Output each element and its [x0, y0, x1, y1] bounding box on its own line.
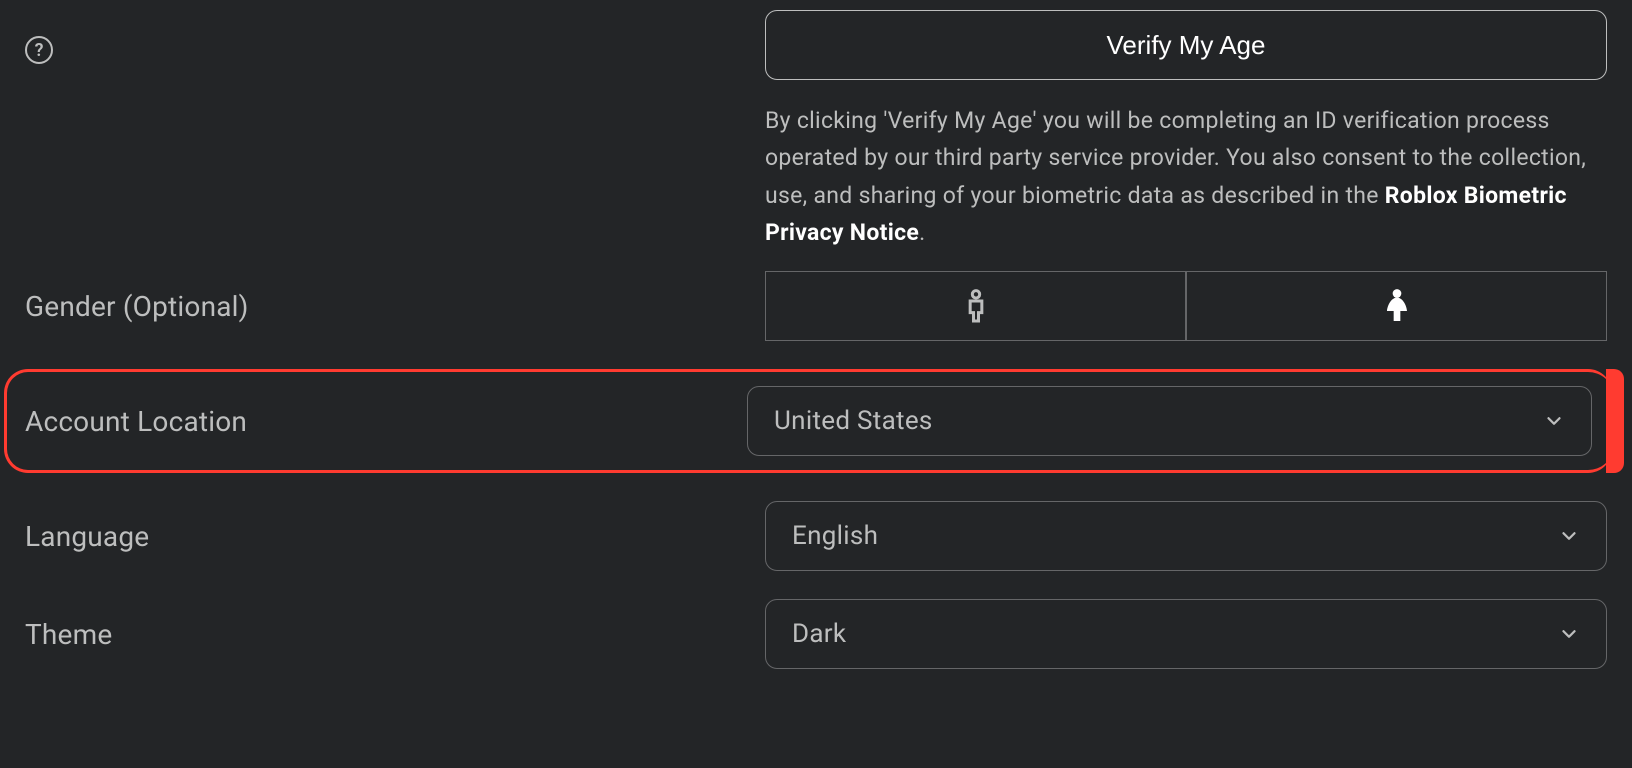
verify-age-row: ? Verify My Age By clicking 'Verify My A… [25, 10, 1607, 251]
verify-age-disclaimer: By clicking 'Verify My Age' you will be … [765, 102, 1607, 251]
gender-male-button[interactable] [765, 271, 1186, 341]
language-control-col: English [765, 501, 1607, 571]
gender-row: Gender (Optional) [25, 271, 1607, 341]
verify-age-button[interactable]: Verify My Age [765, 10, 1607, 80]
chevron-down-icon [1558, 525, 1580, 547]
gender-label: Gender (Optional) [25, 290, 249, 323]
account-location-highlight: Account Location United States [4, 369, 1612, 473]
gender-female-button[interactable] [1186, 271, 1607, 341]
account-location-value: United States [774, 406, 933, 436]
language-row: Language English [25, 501, 1607, 571]
theme-control-col: Dark [765, 599, 1607, 669]
chevron-down-icon [1558, 623, 1580, 645]
account-location-control-col: United States [747, 386, 1612, 456]
chevron-down-icon [1543, 410, 1565, 432]
language-label-col: Language [25, 520, 765, 553]
language-value: English [792, 521, 878, 551]
account-location-select[interactable]: United States [747, 386, 1592, 456]
theme-label-col: Theme [25, 618, 765, 651]
theme-select[interactable]: Dark [765, 599, 1607, 669]
language-label: Language [25, 520, 149, 553]
female-icon [1377, 286, 1417, 326]
verify-age-label-col: ? [25, 10, 765, 64]
language-select[interactable]: English [765, 501, 1607, 571]
theme-row: Theme Dark [25, 599, 1607, 669]
settings-panel: ? Verify My Age By clicking 'Verify My A… [0, 0, 1632, 709]
gender-control-col [765, 271, 1607, 341]
disclaimer-suffix: . [919, 219, 925, 246]
male-icon [956, 286, 996, 326]
help-icon[interactable]: ? [25, 36, 53, 64]
gender-label-col: Gender (Optional) [25, 290, 765, 323]
account-location-row: Account Location United States [25, 386, 1612, 456]
gender-toggle-group [765, 271, 1607, 341]
theme-label: Theme [25, 618, 112, 651]
theme-value: Dark [792, 619, 846, 649]
account-location-label-col: Account Location [25, 405, 747, 438]
verify-age-control-col: Verify My Age By clicking 'Verify My Age… [765, 10, 1607, 251]
account-location-label: Account Location [25, 405, 247, 438]
